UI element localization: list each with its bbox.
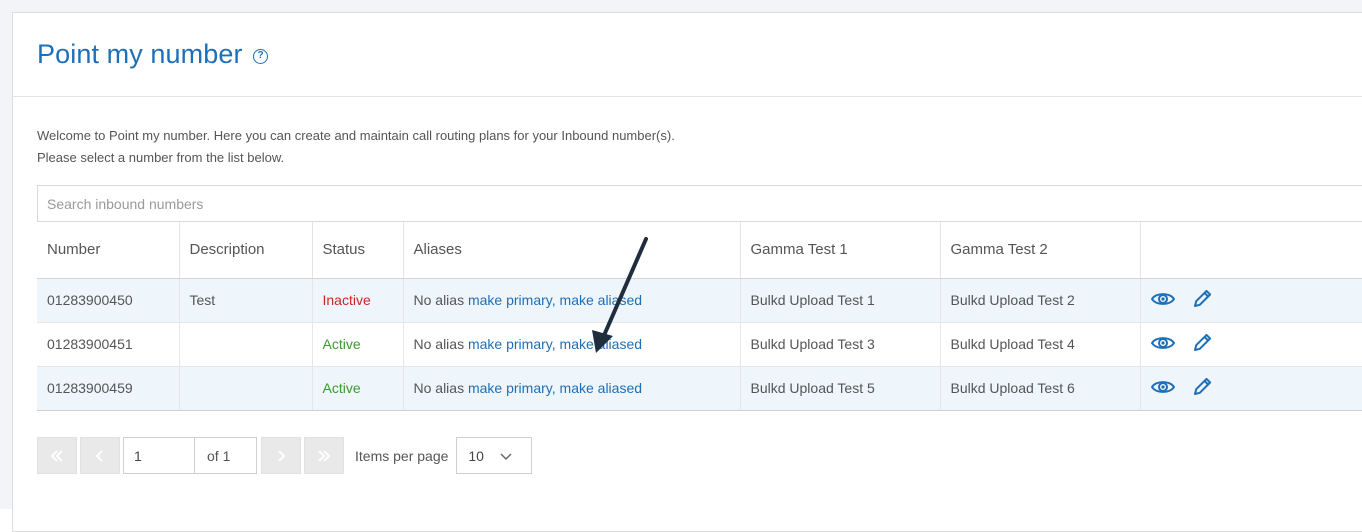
page-title: Point my number <box>37 39 243 69</box>
page-count-label: of 1 <box>195 437 257 474</box>
items-per-page-select[interactable]: 10 <box>456 437 533 474</box>
cell-aliases: No alias make primary, make aliased <box>403 366 741 411</box>
cell-status: Active <box>312 366 404 411</box>
cell-aliases: No alias make primary, make aliased <box>403 278 741 323</box>
intro-line-2: Please select a number from the list bel… <box>37 150 285 165</box>
column-header-number[interactable]: Number <box>37 222 180 279</box>
cell-status: Active <box>312 322 404 367</box>
column-header-gamma-test-2[interactable]: Gamma Test 2 <box>940 222 1141 279</box>
cell-actions <box>1140 366 1362 411</box>
table-row[interactable]: 01283900459 Active No alias make primary… <box>37 366 1362 411</box>
cell-gamma-test-2: Bulkd Upload Test 6 <box>940 366 1141 411</box>
intro-text: Welcome to Point my number. Here you can… <box>13 97 1362 169</box>
cell-aliases: No alias make primary, make aliased <box>403 322 741 367</box>
panel-header: Point my number ? <box>13 13 1362 97</box>
eye-icon[interactable] <box>1150 379 1175 398</box>
table-row[interactable]: 01283900451 Active No alias make primary… <box>37 322 1362 367</box>
page-background-left <box>0 0 12 509</box>
cell-gamma-test-2: Bulkd Upload Test 2 <box>940 278 1141 323</box>
alias-text: No alias <box>413 336 465 352</box>
alias-separator: , <box>551 380 556 396</box>
search-input[interactable] <box>37 185 1362 222</box>
cell-gamma-test-1: Bulkd Upload Test 1 <box>740 278 941 323</box>
eye-icon[interactable] <box>1150 335 1175 354</box>
pencil-icon[interactable] <box>1192 333 1212 356</box>
column-header-actions <box>1140 222 1362 279</box>
point-my-number-panel: Point my number ? Welcome to Point my nu… <box>12 12 1362 532</box>
cell-number: 01283900459 <box>37 366 180 411</box>
cell-gamma-test-1: Bulkd Upload Test 3 <box>740 322 941 367</box>
column-header-status[interactable]: Status <box>312 222 404 279</box>
cell-actions <box>1140 322 1362 367</box>
alias-separator: , <box>551 336 556 352</box>
eye-icon[interactable] <box>1150 291 1175 310</box>
alias-text: No alias <box>413 292 465 308</box>
previous-page-button[interactable] <box>80 437 120 474</box>
page-number-input[interactable] <box>123 437 195 474</box>
chevron-right-icon <box>278 449 286 462</box>
next-page-button[interactable] <box>261 437 301 474</box>
page-background-top <box>0 0 1362 12</box>
make-primary-link[interactable]: make primary <box>468 380 552 396</box>
alias-separator: , <box>551 292 556 308</box>
chevron-down-icon <box>500 448 512 464</box>
chevron-left-icon <box>95 449 103 462</box>
cell-description <box>179 366 313 411</box>
items-per-page-label: Items per page <box>355 447 449 464</box>
make-primary-link[interactable]: make primary <box>468 292 552 308</box>
cell-number: 01283900451 <box>37 322 180 367</box>
double-chevron-right-icon <box>318 449 331 462</box>
table-row[interactable]: 01283900450 Test Inactive No alias make … <box>37 278 1362 323</box>
cell-actions <box>1140 278 1362 323</box>
intro-line-1: Welcome to Point my number. Here you can… <box>37 128 675 143</box>
cell-description <box>179 322 313 367</box>
cell-description: Test <box>179 278 313 323</box>
pagination: of 1 Items per page 10 <box>13 411 1362 481</box>
table-header-row: Number Description Status Aliases Gamma … <box>37 222 1362 279</box>
last-page-button[interactable] <box>304 437 344 474</box>
make-primary-link[interactable]: make primary <box>468 336 552 352</box>
pencil-icon[interactable] <box>1192 377 1212 400</box>
make-aliased-link[interactable]: make aliased <box>560 292 643 308</box>
items-per-page-value: 10 <box>468 447 484 464</box>
double-chevron-left-icon <box>50 449 63 462</box>
pencil-icon[interactable] <box>1192 289 1212 312</box>
help-icon[interactable]: ? <box>253 49 269 64</box>
column-header-gamma-test-1[interactable]: Gamma Test 1 <box>740 222 941 279</box>
cell-gamma-test-2: Bulkd Upload Test 4 <box>940 322 1141 367</box>
make-aliased-link[interactable]: make aliased <box>560 380 643 396</box>
column-header-aliases[interactable]: Aliases <box>403 222 741 279</box>
cell-number: 01283900450 <box>37 278 180 323</box>
make-aliased-link[interactable]: make aliased <box>560 336 643 352</box>
cell-gamma-test-1: Bulkd Upload Test 5 <box>740 366 941 411</box>
first-page-button[interactable] <box>37 437 77 474</box>
search-wrap <box>13 169 1362 222</box>
cell-status: Inactive <box>312 278 404 323</box>
alias-text: No alias <box>413 380 465 396</box>
inbound-numbers-table: Number Description Status Aliases Gamma … <box>37 222 1362 411</box>
column-header-description[interactable]: Description <box>179 222 313 279</box>
